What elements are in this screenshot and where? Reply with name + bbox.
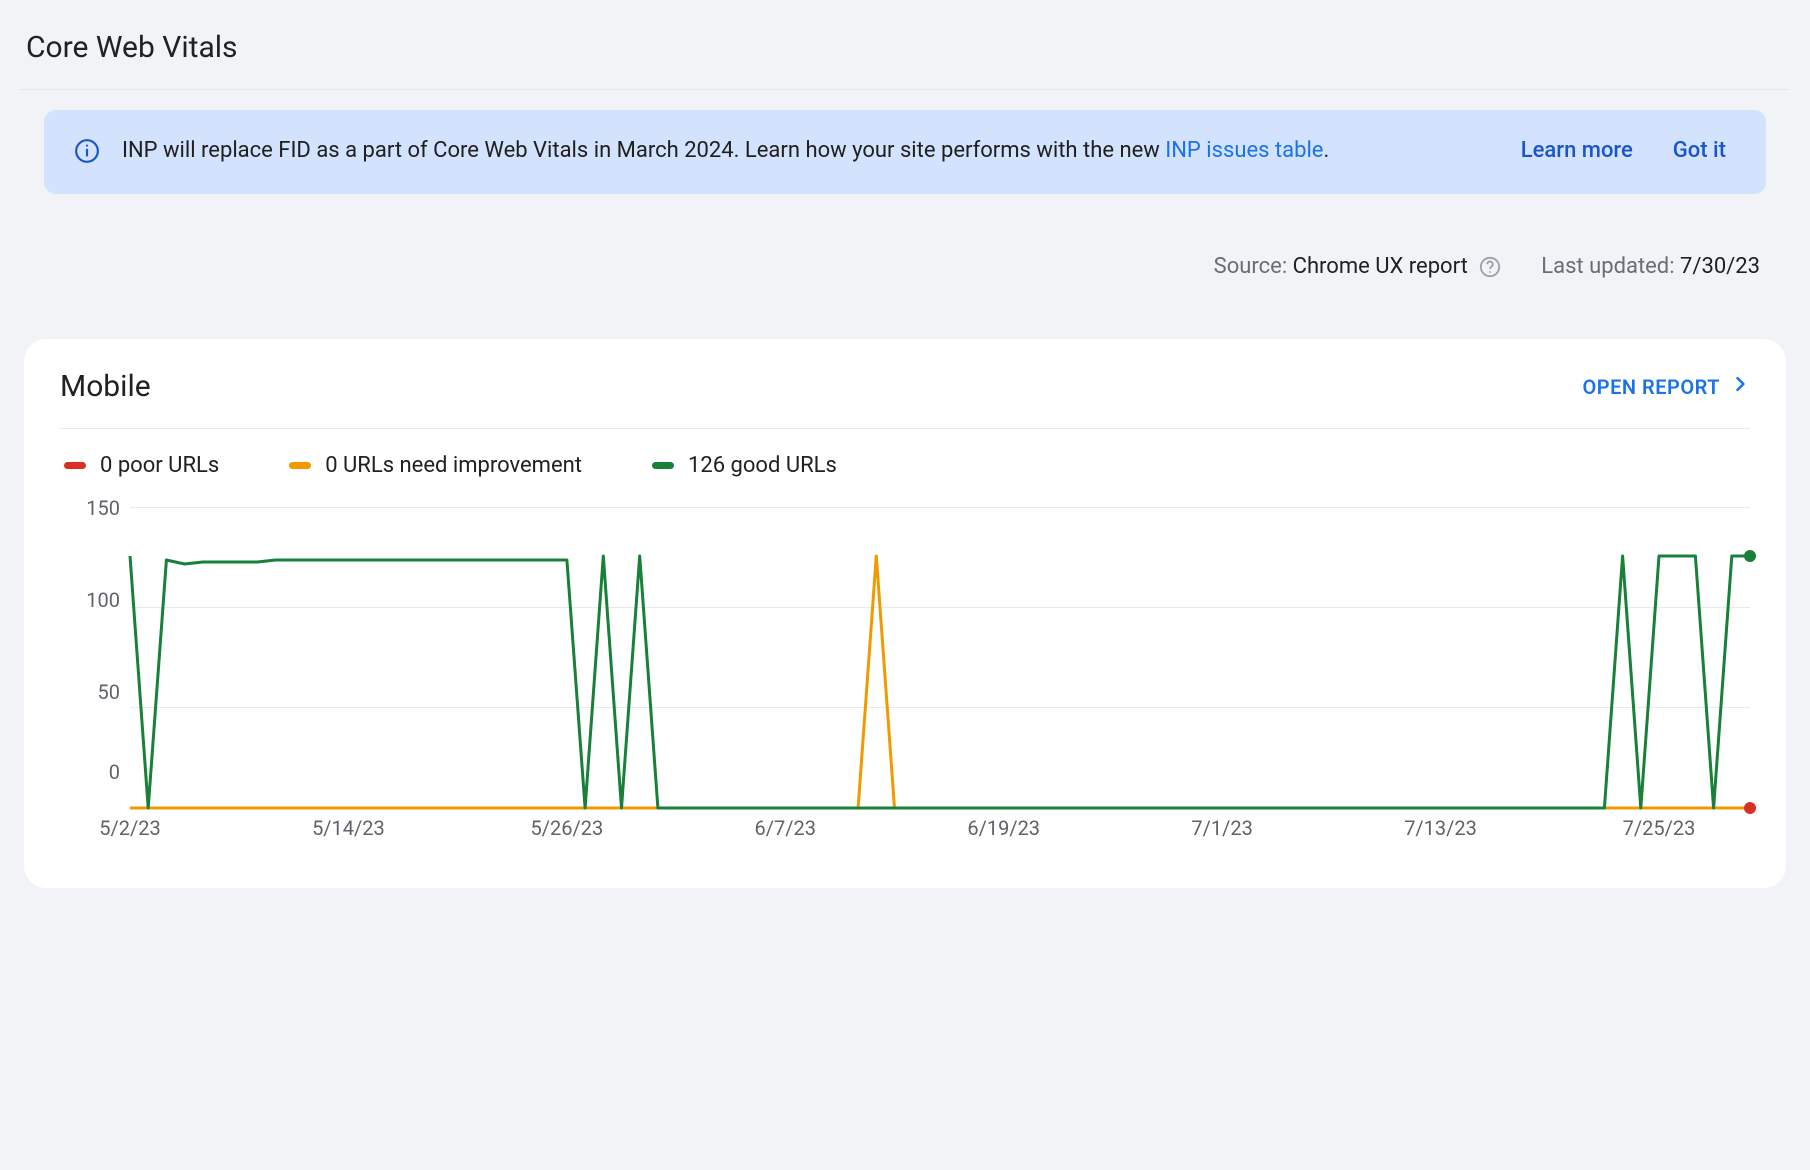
legend-need: 0 URLs need improvement bbox=[289, 453, 582, 478]
inp-issues-link[interactable]: INP issues table bbox=[1165, 138, 1323, 163]
legend-good-label: 126 good URLs bbox=[688, 453, 837, 478]
x-tick: 6/7/23 bbox=[755, 816, 816, 840]
x-tick: 7/1/23 bbox=[1191, 816, 1252, 840]
chart: 150100500 5/2/235/14/235/26/236/7/236/19… bbox=[60, 508, 1750, 848]
x-tick: 5/14/23 bbox=[312, 816, 385, 840]
legend-good: 126 good URLs bbox=[652, 453, 837, 478]
page-title: Core Web Vitals bbox=[20, 20, 1790, 90]
y-axis-labels: 150100500 bbox=[60, 508, 120, 808]
plot-area bbox=[130, 508, 1750, 808]
series-line bbox=[130, 508, 1750, 808]
open-report-button[interactable]: OPEN REPORT bbox=[1583, 374, 1751, 399]
banner-text-suffix: . bbox=[1323, 138, 1329, 163]
x-tick: 7/25/23 bbox=[1623, 816, 1696, 840]
learn-more-button[interactable]: Learn more bbox=[1521, 138, 1633, 163]
updated-label: Last updated: bbox=[1541, 254, 1680, 279]
source-label: Source: bbox=[1214, 254, 1293, 279]
legend-poor-label: 0 poor URLs bbox=[100, 453, 219, 478]
updated-value: 7/30/23 bbox=[1680, 254, 1760, 279]
x-tick: 5/26/23 bbox=[530, 816, 603, 840]
chart-legend: 0 poor URLs 0 URLs need improvement 126 … bbox=[60, 453, 1750, 478]
got-it-button[interactable]: Got it bbox=[1673, 138, 1726, 163]
x-tick: 7/13/23 bbox=[1404, 816, 1477, 840]
info-banner: INP will replace FID as a part of Core W… bbox=[44, 110, 1766, 194]
x-tick: 6/19/23 bbox=[967, 816, 1040, 840]
card-header: Mobile OPEN REPORT bbox=[60, 369, 1750, 429]
y-tick: 100 bbox=[60, 588, 120, 612]
banner-actions: Learn more Got it bbox=[1521, 138, 1726, 163]
y-tick: 0 bbox=[60, 760, 120, 784]
banner-text-prefix: INP will replace FID as a part of Core W… bbox=[122, 138, 1165, 163]
series-endpoint bbox=[1744, 802, 1756, 814]
x-tick: 5/2/23 bbox=[99, 816, 160, 840]
card-title: Mobile bbox=[60, 369, 151, 404]
source-value: Chrome UX report bbox=[1293, 254, 1468, 279]
legend-poor: 0 poor URLs bbox=[64, 453, 219, 478]
banner-message: INP will replace FID as a part of Core W… bbox=[122, 136, 1481, 167]
mobile-card: Mobile OPEN REPORT 0 poor URLs 0 URLs ne… bbox=[24, 339, 1786, 888]
series-endpoint bbox=[1744, 550, 1756, 562]
source-info: Source: Chrome UX report bbox=[1214, 254, 1502, 279]
chevron-right-icon bbox=[1730, 374, 1750, 399]
legend-need-label: 0 URLs need improvement bbox=[325, 453, 582, 478]
legend-swatch-poor bbox=[64, 462, 86, 469]
info-icon bbox=[74, 138, 100, 168]
y-tick: 150 bbox=[60, 496, 120, 520]
y-tick: 50 bbox=[60, 680, 120, 704]
meta-row: Source: Chrome UX report Last updated: 7… bbox=[20, 254, 1790, 279]
x-axis-labels: 5/2/235/14/235/26/236/7/236/19/237/1/237… bbox=[130, 816, 1750, 856]
help-icon[interactable] bbox=[1479, 256, 1501, 278]
legend-swatch-need bbox=[289, 462, 311, 469]
last-updated-info: Last updated: 7/30/23 bbox=[1541, 254, 1760, 279]
open-report-label: OPEN REPORT bbox=[1583, 375, 1721, 399]
legend-swatch-good bbox=[652, 462, 674, 469]
